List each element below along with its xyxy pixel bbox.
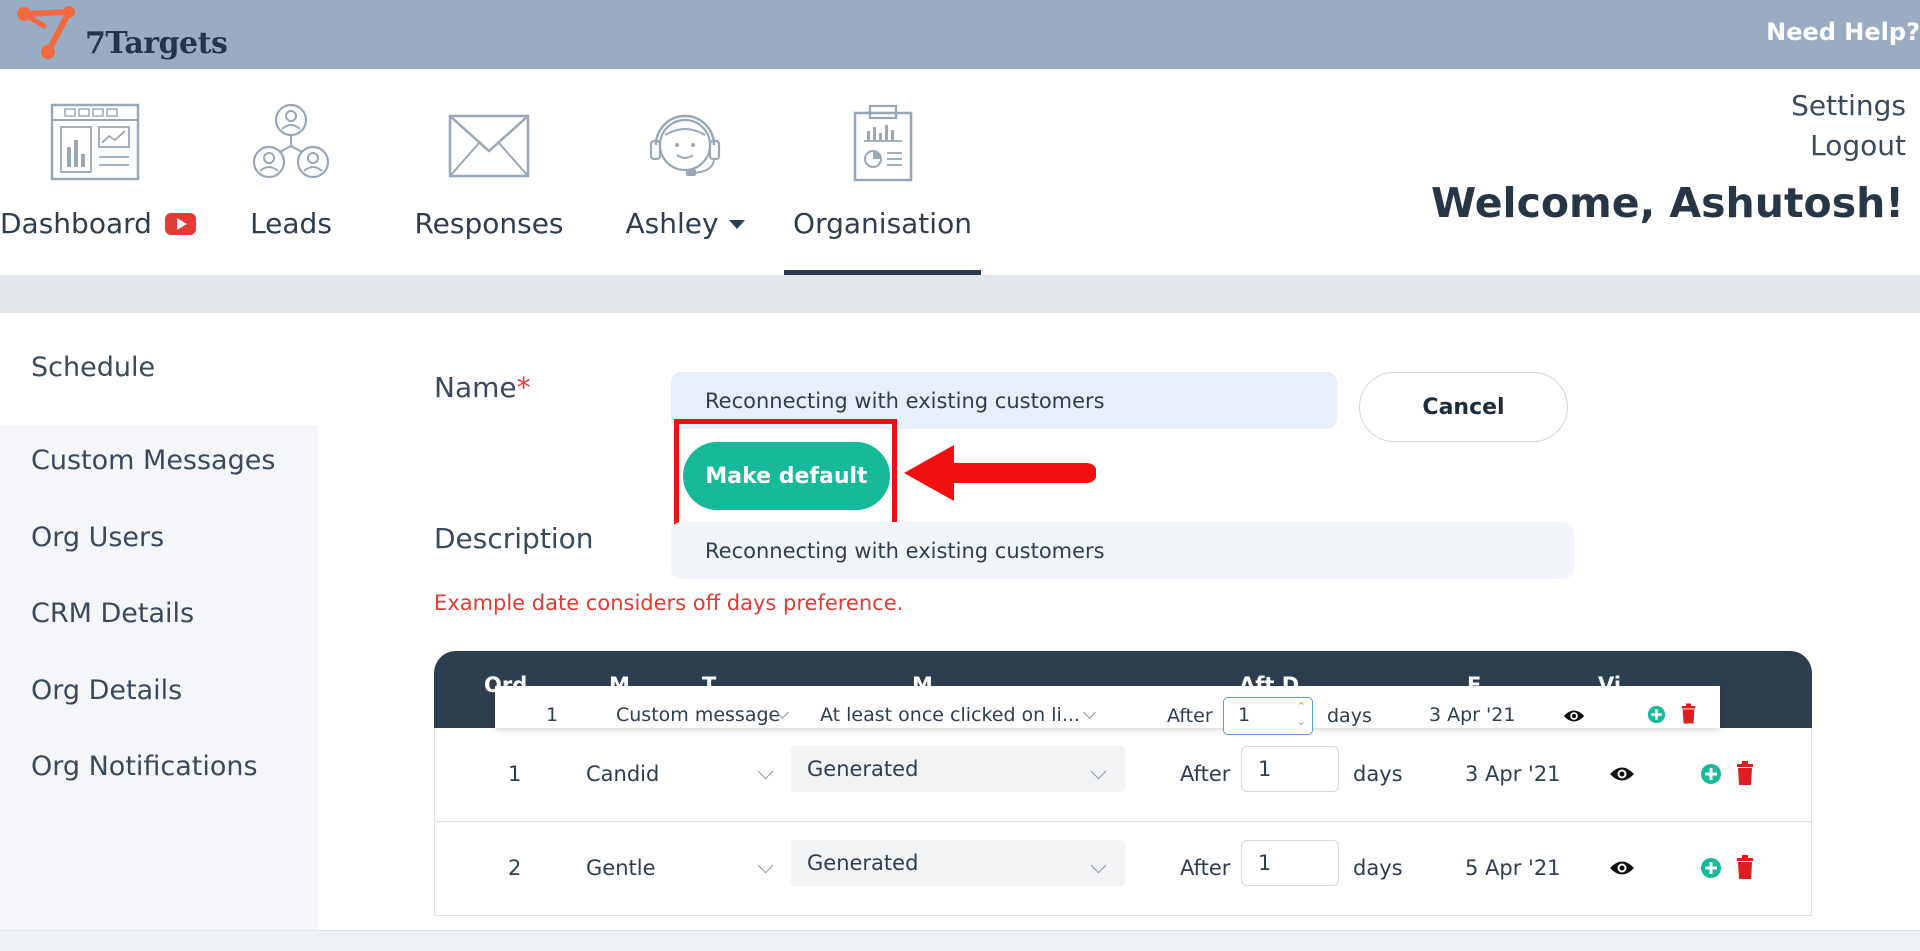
trash-icon xyxy=(1681,703,1696,724)
nav-organisation-label: Organisation xyxy=(793,207,972,240)
header-divider-band xyxy=(0,275,1920,313)
chevron-down-icon[interactable] xyxy=(728,220,745,229)
example-date: 3 Apr '21 xyxy=(1465,762,1561,786)
after-label: After xyxy=(1180,856,1231,880)
main-nav: Dashboard Leads Responses Ashley Organis… xyxy=(0,69,1920,275)
chevron-down-icon[interactable] xyxy=(757,763,774,780)
days-label: days xyxy=(1353,856,1403,880)
tone-select[interactable]: Candid xyxy=(586,728,659,820)
table-row: 1 Candid Generated After 1 days 3 Apr '2… xyxy=(434,728,1812,822)
sidebar-item-org-users[interactable]: Org Users xyxy=(31,522,164,553)
drag-row-after: After xyxy=(1167,705,1213,727)
description-input[interactable]: Reconnecting with existing customers xyxy=(671,522,1574,579)
need-help-link[interactable]: Need Help? xyxy=(1766,18,1920,46)
eye-icon[interactable] xyxy=(1609,765,1635,783)
off-days-warning: Example date considers off days preferen… xyxy=(434,591,904,615)
sidebar-item-schedule[interactable]: Schedule xyxy=(31,352,155,383)
dragging-row[interactable]: 1 Custom message At least once clicked o… xyxy=(495,686,1720,735)
add-circle-icon[interactable] xyxy=(1700,763,1722,785)
sidebar-item-custom-messages[interactable]: Custom Messages xyxy=(31,445,275,476)
nav-dashboard-label-row: Dashboard xyxy=(0,207,196,240)
chevron-down-icon xyxy=(1083,706,1096,719)
clipboard-chart-icon xyxy=(853,104,912,182)
chevron-down-icon[interactable] xyxy=(757,857,774,874)
nav-ashley[interactable]: Ashley xyxy=(620,69,750,275)
trash-icon[interactable] xyxy=(1736,855,1754,879)
days-input[interactable]: 1 xyxy=(1241,746,1339,792)
nav-dashboard[interactable]: Dashboard xyxy=(0,69,196,275)
name-label-text: Name xyxy=(434,371,517,404)
youtube-icon[interactable] xyxy=(164,213,196,235)
envelope-icon xyxy=(448,114,530,178)
account-links: Settings Logout xyxy=(1791,86,1906,166)
eye-icon[interactable] xyxy=(1609,859,1635,877)
nav-leads[interactable]: Leads xyxy=(235,69,347,275)
welcome-message: Welcome, Ashutosh! xyxy=(1430,179,1904,227)
days-input[interactable]: 1 xyxy=(1241,840,1339,886)
bottom-strip xyxy=(0,930,1920,951)
logout-link[interactable]: Logout xyxy=(1791,126,1906,166)
required-mark: * xyxy=(516,371,531,404)
row-order: 2 xyxy=(508,856,522,880)
make-default-button[interactable]: Make default xyxy=(683,442,890,510)
description-label: Description xyxy=(434,522,594,555)
after-label: After xyxy=(1180,762,1231,786)
table-row: 2 Gentle Generated After 1 days 5 Apr '2… xyxy=(434,822,1812,916)
row-order: 1 xyxy=(508,762,522,786)
dashboard-icon xyxy=(50,103,140,181)
eye-icon xyxy=(1563,710,1585,722)
top-bar: 7Targets Need Help? xyxy=(0,0,1920,69)
drag-row-message: At least once clicked on li... xyxy=(820,704,1080,726)
add-circle-icon[interactable] xyxy=(1700,857,1722,879)
add-circle-icon xyxy=(1647,705,1666,724)
drag-row-order: 1 xyxy=(546,704,559,726)
message-select[interactable]: Generated xyxy=(791,746,1125,792)
days-label: days xyxy=(1353,762,1403,786)
annotation-arrow-icon xyxy=(904,445,1096,501)
drag-row-days-input: 1 ⌃ ⌄ xyxy=(1223,697,1313,735)
trash-icon[interactable] xyxy=(1736,761,1754,785)
drag-row-days: days xyxy=(1327,705,1372,727)
nav-responses[interactable]: Responses xyxy=(405,69,573,275)
sidebar-item-org-notifications[interactable]: Org Notifications xyxy=(31,751,258,782)
brand-logo[interactable]: 7Targets xyxy=(14,4,228,66)
cancel-button[interactable]: Cancel xyxy=(1359,372,1568,442)
message-select[interactable]: Generated xyxy=(791,840,1125,886)
message-select-value: Generated xyxy=(807,851,919,875)
drag-row-example: 3 Apr '21 xyxy=(1429,704,1516,726)
brand-name: 7Targets xyxy=(85,26,228,61)
nav-responses-label: Responses xyxy=(414,207,564,240)
settings-link[interactable]: Settings xyxy=(1791,86,1906,126)
nav-ashley-label: Ashley xyxy=(625,207,719,240)
tone-select[interactable]: Gentle xyxy=(586,822,656,914)
message-select-value: Generated xyxy=(807,757,919,781)
nav-leads-label: Leads xyxy=(250,207,332,240)
drag-row-type: Custom message xyxy=(616,704,781,726)
name-label: Name* xyxy=(434,371,531,404)
example-date: 5 Apr '21 xyxy=(1465,856,1561,880)
sidebar-item-org-details[interactable]: Org Details xyxy=(31,675,182,706)
drag-row-days-value: 1 xyxy=(1238,704,1251,726)
support-agent-icon xyxy=(649,114,721,176)
nav-organisation[interactable]: Organisation xyxy=(784,69,981,275)
sidebar-item-crm-details[interactable]: CRM Details xyxy=(31,598,194,629)
logo-mark-icon xyxy=(17,6,75,59)
nav-dashboard-label: Dashboard xyxy=(0,207,152,240)
spinner-arrows-icon: ⌃ ⌄ xyxy=(1296,700,1306,728)
leads-icon xyxy=(252,103,330,179)
nav-ashley-label-row: Ashley xyxy=(620,207,750,240)
